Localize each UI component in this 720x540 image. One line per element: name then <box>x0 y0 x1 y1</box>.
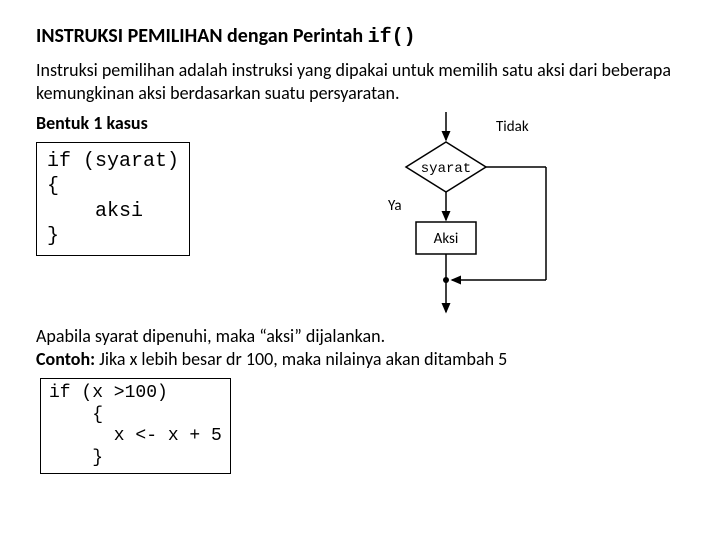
contoh-text: Jika x lebih besar dr 100, maka nilainya… <box>95 348 507 370</box>
intro-paragraph: Instruksi pemilihan adalah instruksi yan… <box>36 59 684 104</box>
flowchart: syarat Aksi Tidak Ya <box>336 112 576 317</box>
flowchart-action-text: Aksi <box>434 230 459 248</box>
flowchart-svg: syarat Aksi <box>336 112 576 317</box>
flowchart-condition-text: syarat <box>421 161 471 177</box>
code-box-2: if (x >100) { x <- x + 5 } <box>40 378 231 474</box>
flowchart-yes-label: Ya <box>388 197 402 215</box>
contoh-label: Contoh: <box>36 348 95 370</box>
case1-row: Bentuk 1 kasus if (syarat) { aksi } <box>36 112 684 317</box>
case1-subtitle: Bentuk 1 kasus <box>36 112 316 134</box>
code-box-1: if (syarat) { aksi } <box>36 142 190 256</box>
explain-line-1: Apabila syarat dipenuhi, maka “aksi” dij… <box>36 325 684 348</box>
case1-left: Bentuk 1 kasus if (syarat) { aksi } <box>36 112 316 256</box>
page-title: INSTRUKSI PEMILIHAN dengan Perintah if() <box>36 24 684 49</box>
title-prefix: INSTRUKSI PEMILIHAN dengan Perintah <box>36 24 368 48</box>
title-code: if() <box>368 26 416 49</box>
explain-block: Apabila syarat dipenuhi, maka “aksi” dij… <box>36 325 684 370</box>
flowchart-no-label: Tidak <box>496 118 529 136</box>
explain-line-2: Contoh: Jika x lebih besar dr 100, maka … <box>36 348 684 371</box>
